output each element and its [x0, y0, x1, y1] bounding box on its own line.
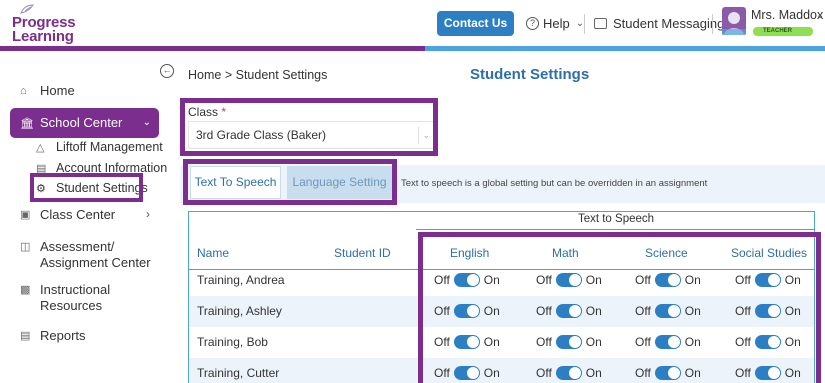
breadcrumb-separator: > — [224, 68, 233, 82]
chevron-down-icon: ⌄ — [142, 117, 151, 128]
sidebar-item-class-center[interactable]: ▣ Class Center › — [20, 207, 150, 222]
header-accent-bar — [425, 46, 825, 51]
sidebar-item-label: Home — [40, 83, 75, 98]
breadcrumb-current: Student Settings — [235, 68, 328, 82]
contact-us-button[interactable]: Contact Us — [437, 11, 514, 36]
student-name: Training, Ashley — [197, 304, 282, 318]
sidebar-item-label: Assessment/ — [40, 239, 115, 254]
tts-group-label: Text to Speech — [577, 213, 655, 225]
highlight-box-tabs — [183, 159, 397, 205]
page-title: Student Settings — [470, 66, 590, 83]
student-name: Training, Cutter — [197, 366, 280, 380]
student-name: Training, Andrea — [197, 273, 285, 287]
role-badge: TEACHER — [753, 27, 813, 36]
top-header: Progress Learning Contact Us ? Help ⌄ St… — [0, 0, 825, 46]
collapse-sidebar-icon[interactable]: ← — [160, 64, 174, 78]
column-header-student-id[interactable]: Student ID — [334, 246, 391, 260]
report-icon: ▤ — [20, 330, 31, 342]
tts-group-header: Text to Speech — [416, 212, 814, 230]
sidebar-item-label: Liftoff Management — [56, 140, 163, 154]
sidebar-item-label: Resources — [40, 298, 103, 313]
logo-leaf-icon — [20, 4, 34, 14]
chevron-right-icon: › — [146, 207, 150, 221]
breadcrumb-home-link[interactable]: Home — [188, 68, 221, 82]
highlight-box-class — [180, 98, 438, 156]
help-icon: ? — [526, 17, 539, 30]
logo-text-line2: Learning — [12, 28, 74, 45]
messaging-label: Student Messaging — [613, 16, 725, 31]
progress-learning-logo[interactable]: Progress Learning — [12, 4, 76, 45]
sidebar: ← ⌂ Home 🏛 School Center ⌄ △ Liftoff Man… — [0, 51, 178, 383]
sidebar-item-label: Assignment Center — [40, 255, 151, 270]
sidebar-item-liftoff[interactable]: △ Liftoff Management — [36, 140, 163, 154]
school-icon: 🏛 — [20, 118, 34, 130]
sidebar-item-label: Class Center — [40, 207, 116, 222]
user-name[interactable]: Mrs. Maddox — [751, 8, 823, 22]
tab-note: Text to speech is a global setting but c… — [401, 178, 708, 189]
rocket-icon: △ — [36, 142, 45, 154]
column-header-name[interactable]: Name — [197, 246, 229, 260]
book-icon: ◫ — [20, 241, 31, 253]
home-icon: ⌂ — [20, 85, 27, 97]
header-divider — [712, 14, 713, 34]
chevron-down-icon: ⌄ — [575, 18, 585, 29]
highlight-box-subjects — [418, 232, 821, 383]
sidebar-item-home[interactable]: ⌂ Home — [20, 83, 75, 98]
sidebar-item-school-center[interactable]: 🏛 School Center ⌄ — [10, 108, 159, 138]
sidebar-item-label: Instructional — [40, 282, 111, 297]
user-avatar[interactable] — [722, 7, 746, 35]
help-menu[interactable]: ? Help ⌄ — [526, 11, 584, 36]
resources-icon: ▩ — [20, 284, 31, 296]
monitor-icon: ▣ — [20, 209, 31, 221]
chevron-down-icon[interactable]: ⌄ — [816, 10, 824, 21]
message-icon — [594, 18, 607, 29]
sidebar-item-label: Reports — [40, 328, 86, 343]
sidebar-item-label: School Center — [40, 115, 123, 130]
sidebar-item-assessment-center[interactable]: ◫ Assessment/ Assignment Center — [20, 239, 151, 271]
sidebar-item-reports[interactable]: ▤ Reports — [20, 328, 86, 343]
highlight-box-student-settings — [30, 173, 143, 202]
sidebar-item-instructional-resources[interactable]: ▩ Instructional Resources — [20, 282, 110, 314]
help-label: Help — [543, 16, 570, 31]
student-messaging-link[interactable]: Student Messaging — [594, 11, 724, 36]
header-divider — [584, 14, 585, 34]
breadcrumb: Home > Student Settings — [188, 68, 327, 82]
student-name: Training, Bob — [197, 335, 268, 349]
